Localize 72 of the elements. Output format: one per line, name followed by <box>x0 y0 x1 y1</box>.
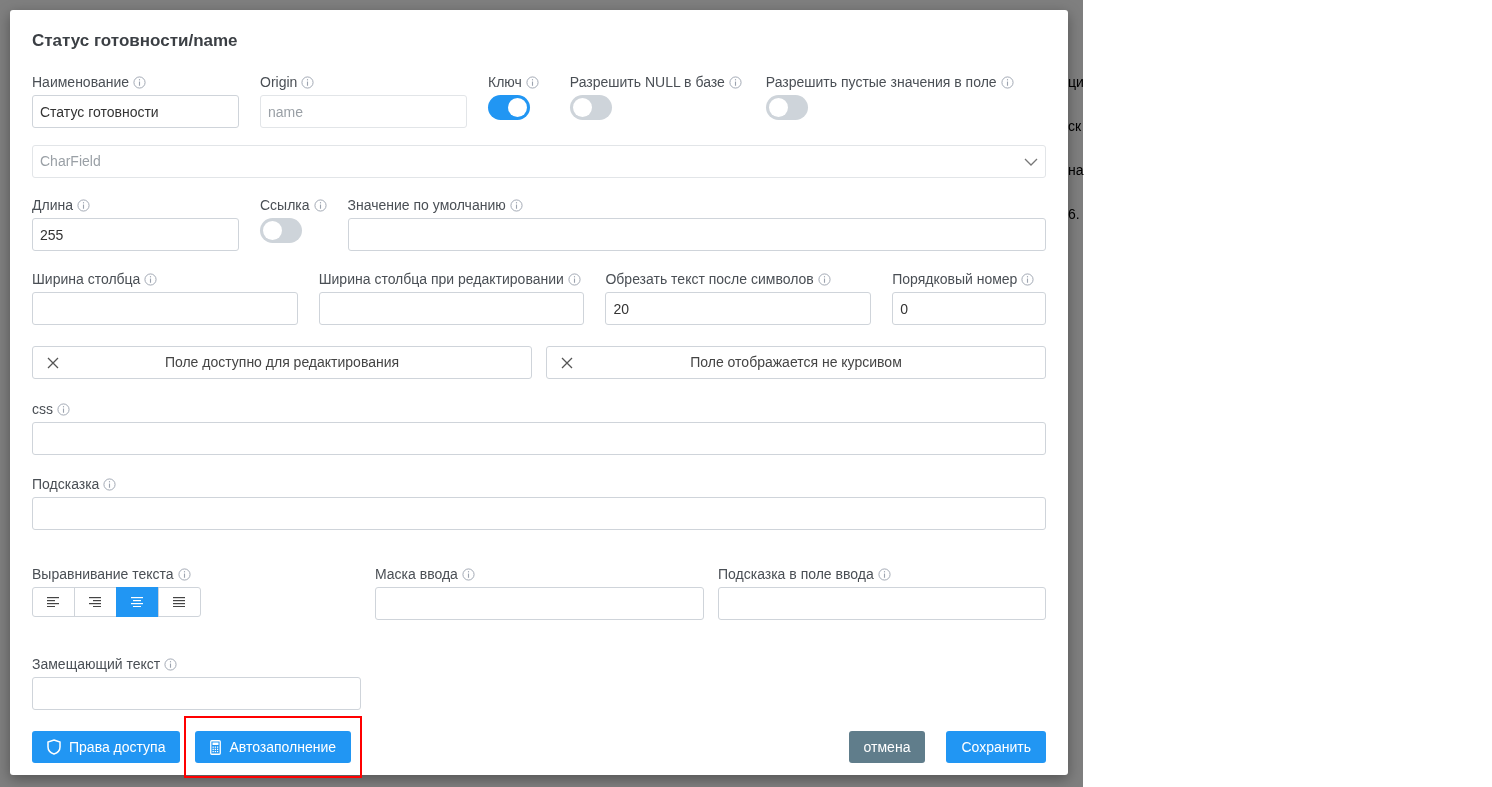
info-icon <box>177 567 191 581</box>
info-icon <box>133 75 147 89</box>
input-field[interactable]: 255 <box>32 218 239 251</box>
field-label: Подсказка в поле ввода <box>718 564 874 584</box>
info-icon <box>509 198 523 212</box>
field-label: Подсказка <box>32 474 100 494</box>
field-label: Замещающий текст <box>32 654 161 674</box>
align-button[interactable] <box>32 587 75 617</box>
info-icon <box>103 477 117 491</box>
field-label: Выравнивание текста <box>32 564 174 584</box>
field-label: Обрезать текст после символов <box>605 269 814 289</box>
field-label: Origin <box>260 72 298 92</box>
input-field[interactable] <box>375 587 704 620</box>
field-label: Порядковый номер <box>892 269 1018 289</box>
info-icon <box>164 657 178 671</box>
input-field[interactable]: Статус готовности <box>32 95 239 128</box>
info-icon <box>57 402 70 416</box>
field-label: Ссылка <box>260 195 310 215</box>
toggle-switch[interactable] <box>569 95 612 120</box>
info-icon <box>728 75 742 89</box>
info-icon <box>77 198 90 212</box>
calculator-icon <box>210 739 222 755</box>
info-icon <box>313 198 327 212</box>
info-icon <box>461 567 475 581</box>
cancel-button[interactable]: отмена <box>848 731 926 763</box>
info-icon <box>1021 272 1035 286</box>
align-right-icon <box>89 597 102 607</box>
align-center-icon <box>131 597 144 607</box>
input-field[interactable]: 20 <box>605 292 872 325</box>
info-icon <box>1000 75 1014 89</box>
background-text: 6. <box>1068 204 1081 224</box>
field-label: Ширина столбца <box>32 269 141 289</box>
input-field[interactable] <box>718 587 1046 620</box>
toggle-switch[interactable] <box>488 95 530 120</box>
align-button[interactable] <box>74 587 117 617</box>
info-icon <box>877 567 891 581</box>
info-icon <box>817 272 831 286</box>
background-text: ск <box>1068 116 1083 136</box>
info-icon <box>301 75 315 89</box>
align-button[interactable] <box>158 587 201 617</box>
toggle-switch[interactable] <box>260 218 302 243</box>
toggle-option-button[interactable]: Поле доступно для редактирования <box>32 346 532 379</box>
dialog-title: Статус готовности/name <box>32 30 239 52</box>
input-field[interactable] <box>318 292 585 325</box>
background-text: ци <box>1068 72 1083 92</box>
info-icon <box>144 272 158 286</box>
field-label: css <box>32 399 53 419</box>
chevron-down-icon <box>1024 157 1038 166</box>
align-justify-icon <box>173 597 186 607</box>
field-label: Разрешить пустые значения в поле <box>765 72 997 92</box>
input-field[interactable] <box>347 218 1046 251</box>
field-label: Ширина столбца при редактировании <box>318 269 564 289</box>
input-field[interactable]: 0 <box>892 292 1046 325</box>
field-label: Значение по умолчанию <box>347 195 506 215</box>
shield-icon <box>47 739 61 755</box>
field-label: Наименование <box>32 72 130 92</box>
info-icon <box>567 272 581 286</box>
align-left-icon <box>47 597 60 607</box>
field-label: Длина <box>32 195 73 215</box>
field-label: Маска ввода <box>375 564 458 584</box>
input-field[interactable] <box>32 292 298 325</box>
info-icon <box>525 75 539 89</box>
close-icon <box>561 356 573 369</box>
toggle-switch[interactable] <box>765 95 808 120</box>
input-field[interactable]: name <box>260 95 467 128</box>
close-icon <box>47 356 59 369</box>
input-field[interactable] <box>32 497 1046 530</box>
input-field[interactable] <box>32 422 1046 455</box>
input-field[interactable] <box>32 677 361 710</box>
toggle-option-button[interactable]: Поле отображается не курсивом <box>546 346 1046 379</box>
field-label: Разрешить NULL в базе <box>569 72 725 92</box>
field-label: Ключ <box>488 72 522 92</box>
